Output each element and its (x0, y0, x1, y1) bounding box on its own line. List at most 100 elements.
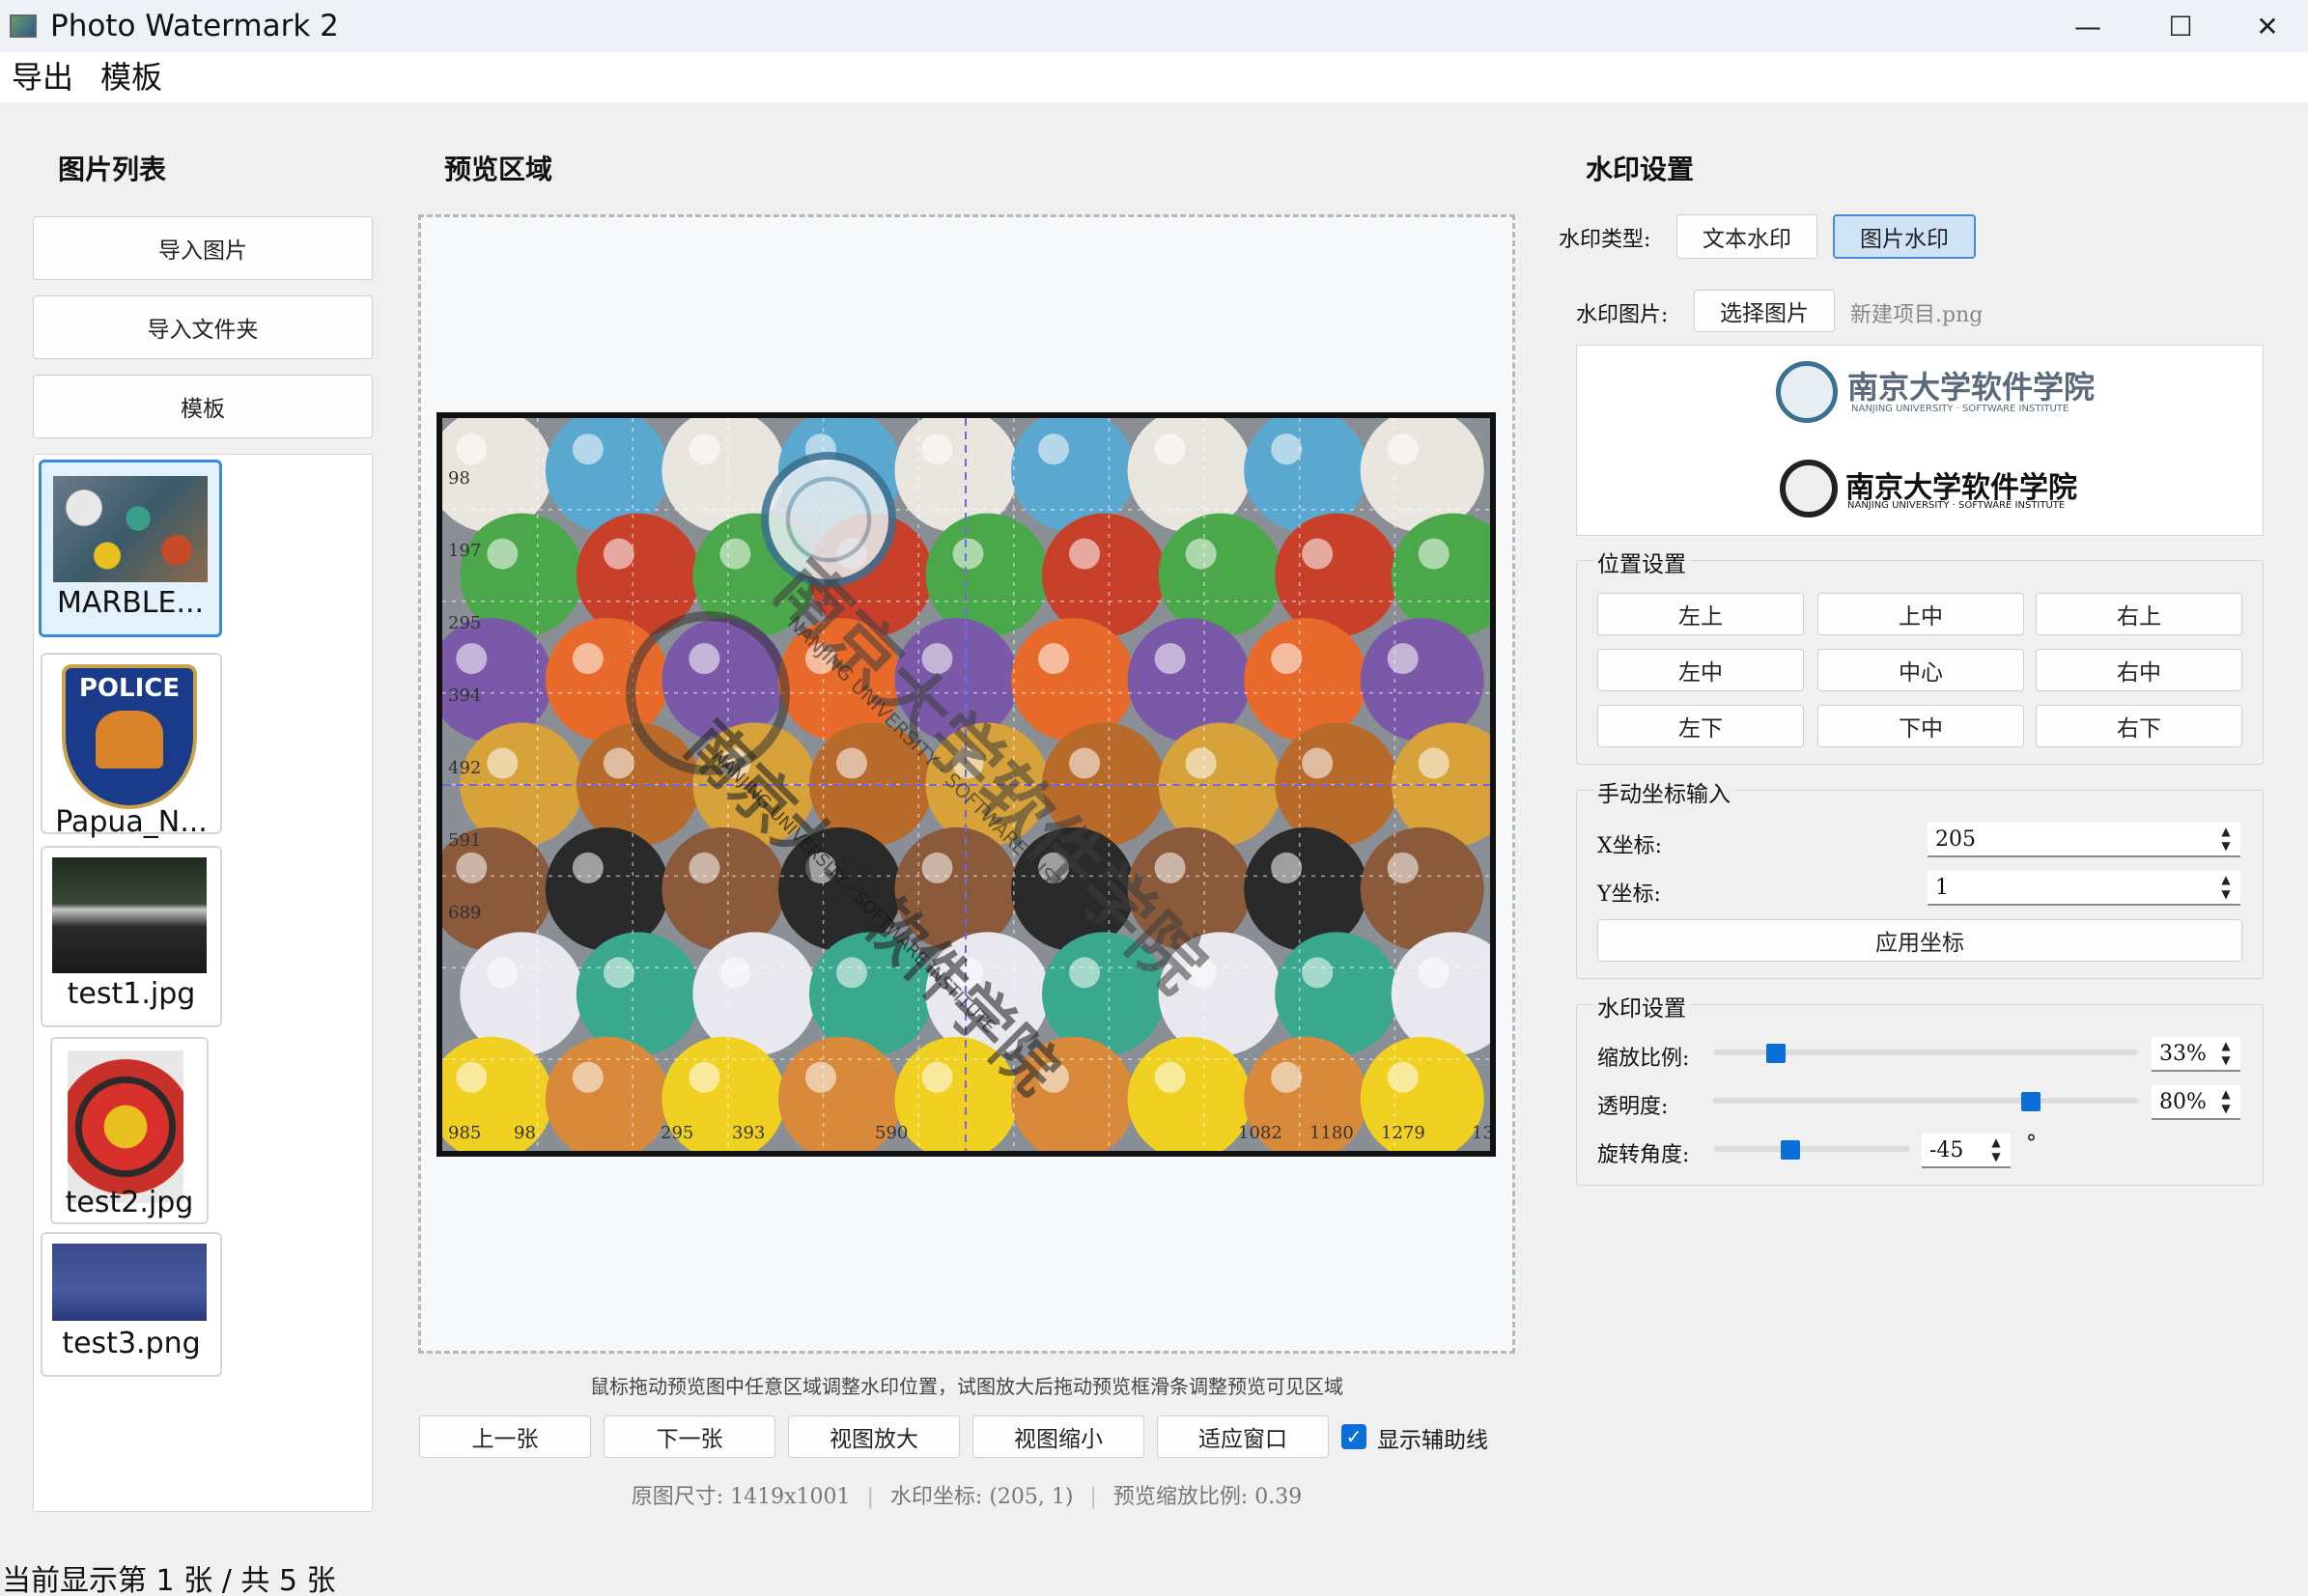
minimize-button[interactable]: — (2043, 0, 2132, 52)
x-coord-stepper[interactable]: ▲ ▼ (2217, 825, 2235, 855)
opacity-slider-thumb[interactable] (2021, 1092, 2041, 1111)
marble-highlight (1038, 643, 1070, 675)
marble (1011, 618, 1136, 742)
maximize-button[interactable]: ☐ (2136, 0, 2225, 52)
marble-highlight (835, 957, 867, 989)
manual-coord-title: 手动坐标输入 (1593, 775, 1734, 808)
separator: | (1089, 1485, 1097, 1509)
marble-highlight (572, 1061, 604, 1093)
menu-export[interactable]: 导出 (12, 58, 73, 97)
opacity-stepper[interactable]: ▲ ▼ (2217, 1087, 2235, 1118)
marble-highlight (1387, 852, 1419, 883)
position-button[interactable]: 左上 (1597, 593, 1804, 635)
scale-slider-thumb[interactable] (1765, 1044, 1786, 1063)
y-coord-input[interactable]: 1 ▲ ▼ (1928, 871, 2240, 906)
marble-highlight (1302, 957, 1334, 989)
police-badge-thumbnail: POLICE (62, 664, 197, 809)
image-list-heading: 图片列表 (58, 154, 167, 185)
choose-image-button[interactable]: 选择图片 (1694, 290, 1835, 332)
preview-image[interactable]: 南京大学软件学院 NANJING UNIVERSITY · SOFTWARE I… (436, 412, 1496, 1157)
menu-template[interactable]: 模板 (100, 58, 162, 97)
image-list-item[interactable]: POLICE Papua_N... (41, 653, 222, 839)
scale-input[interactable]: 33% ▲ ▼ (2152, 1037, 2240, 1072)
status-bar (0, 1551, 2308, 1596)
marble-highlight (487, 747, 519, 779)
marble-highlight (1387, 434, 1419, 465)
info-line: 原图尺寸: 1419x1001 | 水印坐标: (205, 1) | 预览缩放比… (418, 1479, 1515, 1510)
close-button[interactable]: ✕ (2223, 0, 2308, 52)
grid-label-y: 591 (448, 830, 482, 851)
grid-label-x: 1082 (1238, 1123, 1282, 1143)
app-icon (10, 14, 37, 38)
show-guides-label: 显示辅助线 (1377, 1428, 1488, 1453)
rotation-input[interactable]: -45 ▲ ▼ (1922, 1134, 2011, 1168)
apply-coord-button[interactable]: 应用坐标 (1597, 919, 2242, 962)
grid-label-x: 590 (875, 1123, 909, 1143)
marble-highlight (719, 957, 751, 989)
marble-highlight (1271, 852, 1303, 883)
zoom-out-button[interactable]: 视图缩小 (972, 1415, 1144, 1458)
marble-highlight (719, 538, 751, 570)
watermark-image-preview: 南京大学软件学院 NANJING UNIVERSITY · SOFTWARE I… (1576, 345, 2264, 536)
grid-label-x: 1180 (1309, 1123, 1354, 1143)
y-coord-label: Y坐标: (1597, 882, 1661, 907)
marble-highlight (603, 747, 634, 779)
grid-label-x: 393 (732, 1123, 766, 1143)
marble-highlight (804, 1061, 836, 1093)
marble-highlight (835, 747, 867, 779)
text-watermark-button[interactable]: 文本水印 (1676, 214, 1817, 259)
position-group-title: 位置设置 (1593, 546, 1690, 578)
grid-label-y: 98 (448, 468, 470, 489)
watermark-coord-info: 水印坐标: (205, 1) (889, 1485, 1074, 1509)
grid-label-y: 689 (448, 903, 482, 923)
position-button[interactable]: 右上 (2036, 593, 2242, 635)
position-button[interactable]: 左中 (1597, 649, 1804, 691)
x-coord-input[interactable]: 205 ▲ ▼ (1928, 823, 2240, 857)
rotation-slider-thumb[interactable] (1780, 1140, 1800, 1160)
rotation-slider-track[interactable] (1713, 1146, 1910, 1152)
marble (460, 932, 584, 1056)
marble (1127, 618, 1252, 742)
position-button[interactable]: 中心 (1817, 649, 2024, 691)
import-folder-button[interactable]: 导入文件夹 (33, 295, 373, 359)
position-button[interactable]: 下中 (1817, 705, 2024, 747)
marble-highlight (572, 643, 604, 675)
opacity-slider-track[interactable] (1713, 1098, 2138, 1104)
marble-highlight (1154, 643, 1186, 675)
position-button[interactable]: 左下 (1597, 705, 1804, 747)
position-button[interactable]: 右下 (2036, 705, 2242, 747)
y-coord-stepper[interactable]: ▲ ▼ (2217, 873, 2235, 904)
image-filename: 新建项目.png (1850, 303, 1984, 327)
marble-highlight (1185, 747, 1217, 779)
watermark-image-label: 水印图片: (1576, 303, 1669, 327)
prev-image-button[interactable]: 上一张 (419, 1415, 591, 1458)
marble-highlight (1271, 643, 1303, 675)
show-guides-checkbox[interactable]: ✓ (1341, 1424, 1366, 1449)
image-list-item[interactable]: MARBLE... (39, 460, 222, 637)
image-list-item[interactable]: test1.jpg (41, 846, 222, 1027)
test3-thumbnail (52, 1244, 207, 1321)
template-button[interactable]: 模板 (33, 375, 373, 438)
grid-label-x: 98 (514, 1123, 536, 1143)
scale-stepper[interactable]: ▲ ▼ (2217, 1039, 2235, 1070)
opacity-input[interactable]: 80% ▲ ▼ (2152, 1085, 2240, 1120)
marble-highlight (1418, 747, 1450, 779)
fit-window-button[interactable]: 适应窗口 (1157, 1415, 1329, 1458)
image-list-item[interactable]: test3.png (41, 1232, 222, 1377)
import-image-button[interactable]: 导入图片 (33, 216, 373, 280)
marble-highlight (1387, 1061, 1419, 1093)
marble-highlight (1271, 1061, 1303, 1093)
image-list-item[interactable]: test2.jpg (50, 1037, 209, 1224)
grid-label-x: 985 (448, 1123, 482, 1143)
marble-highlight (1387, 643, 1419, 675)
marble (1360, 618, 1484, 742)
position-button[interactable]: 上中 (1817, 593, 2024, 635)
position-button[interactable]: 右中 (2036, 649, 2242, 691)
zoom-in-button[interactable]: 视图放大 (788, 1415, 960, 1458)
marble-highlight (456, 643, 488, 675)
image-list-item-label: MARBLE... (56, 586, 205, 620)
marble-highlight (689, 1061, 720, 1093)
image-watermark-button[interactable]: 图片水印 (1833, 214, 1976, 259)
next-image-button[interactable]: 下一张 (604, 1415, 775, 1458)
rotation-stepper[interactable]: ▲ ▼ (1987, 1135, 2005, 1166)
